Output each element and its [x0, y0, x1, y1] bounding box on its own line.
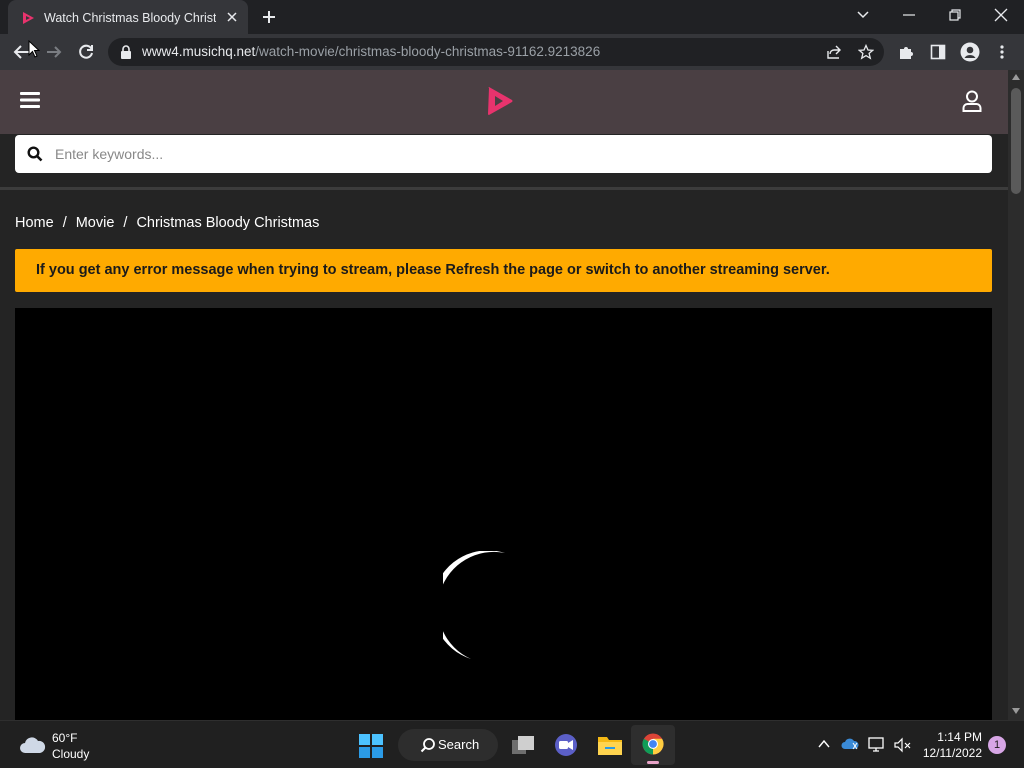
notification-badge[interactable]: 1 — [988, 736, 1006, 754]
tab-title: Watch Christmas Bloody Christmas — [44, 11, 216, 25]
teams-chat-icon[interactable] — [553, 733, 579, 757]
windows-start-icon[interactable] — [358, 733, 384, 759]
clock-time[interactable]: 1:14 PM — [930, 730, 982, 744]
chrome-icon — [642, 733, 664, 755]
profile-avatar-icon[interactable] — [960, 42, 980, 62]
tab-strip: Watch Christmas Bloody Christmas — [0, 0, 1024, 34]
clock-date[interactable]: 12/11/2022 — [920, 746, 982, 760]
page-scrollbar[interactable] — [1008, 70, 1024, 720]
search-bar — [15, 135, 992, 173]
volume-muted-icon[interactable] — [894, 737, 912, 753]
browser-tab[interactable]: Watch Christmas Bloody Christmas — [8, 0, 248, 34]
weather-condition: Cloudy — [52, 747, 90, 761]
taskbar-search-label: Search — [438, 737, 480, 752]
task-view-icon[interactable] — [510, 733, 536, 757]
loading-spinner-icon — [443, 551, 505, 659]
minimize-icon[interactable] — [900, 8, 918, 22]
site-header — [0, 70, 1008, 134]
windows-taskbar: 60°F Cloudy Search 1:14 PM 12/11/2022 1 — [0, 720, 1024, 768]
tab-close-icon[interactable] — [224, 9, 240, 25]
url-path: /watch-movie/christmas-bloody-christmas-… — [255, 44, 601, 59]
breadcrumb-current: Christmas Bloody Christmas — [136, 215, 320, 231]
chevron-down-icon[interactable] — [856, 8, 870, 22]
side-panel-icon[interactable] — [930, 44, 946, 60]
new-tab-icon[interactable] — [260, 8, 278, 26]
search-input[interactable] — [55, 139, 975, 169]
video-player[interactable] — [15, 308, 992, 720]
lock-icon[interactable] — [120, 45, 132, 59]
url-host: www4.musichq.net — [142, 44, 256, 59]
onedrive-cloud-icon[interactable] — [841, 737, 859, 751]
window-close-icon[interactable] — [992, 6, 1010, 24]
scroll-up-arrow-icon[interactable] — [1012, 74, 1020, 80]
restore-icon[interactable] — [946, 7, 964, 23]
reload-icon[interactable] — [77, 43, 95, 61]
share-icon[interactable] — [826, 44, 842, 60]
mouse-cursor-icon — [28, 40, 40, 58]
error-notice-text: If you get any error message when trying… — [36, 262, 830, 278]
breadcrumb-home[interactable]: Home — [15, 214, 54, 232]
breadcrumb-movie[interactable]: Movie — [76, 214, 115, 232]
file-explorer-icon[interactable] — [597, 733, 623, 757]
extensions-puzzle-icon[interactable] — [898, 44, 914, 60]
scroll-thumb[interactable] — [1011, 88, 1021, 194]
bookmark-star-icon[interactable] — [858, 44, 874, 60]
site-favicon-icon — [23, 12, 34, 24]
breadcrumb-separator: / — [123, 215, 128, 231]
network-monitor-icon[interactable] — [868, 737, 886, 753]
forward-arrow-icon[interactable] — [45, 43, 63, 61]
error-notice-banner: If you get any error message when trying… — [15, 249, 992, 292]
breadcrumb: Home / Movie / Christmas Bloody Christmas — [15, 214, 319, 232]
chevron-up-icon[interactable] — [818, 739, 830, 749]
user-icon[interactable] — [962, 90, 982, 112]
hamburger-icon[interactable] — [20, 92, 40, 108]
taskbar-search-button[interactable]: Search — [398, 729, 498, 761]
site-logo[interactable] — [486, 86, 514, 116]
weather-temperature: 60°F — [52, 731, 78, 745]
web-page: Home / Movie / Christmas Bloody Christmas If… — [0, 70, 1008, 720]
cloud-weather-icon[interactable] — [18, 735, 46, 755]
search-icon — [420, 738, 435, 753]
url-text[interactable]: www4.musichq.net/watch-movie/christmas-b… — [142, 44, 600, 60]
search-icon[interactable] — [27, 146, 43, 162]
chrome-taskbar-button[interactable] — [631, 725, 675, 765]
header-divider — [0, 187, 1008, 190]
breadcrumb-separator: / — [62, 215, 67, 231]
kebab-menu-icon[interactable] — [996, 44, 1008, 60]
scroll-down-arrow-icon[interactable] — [1012, 708, 1020, 714]
active-app-indicator — [647, 761, 659, 764]
